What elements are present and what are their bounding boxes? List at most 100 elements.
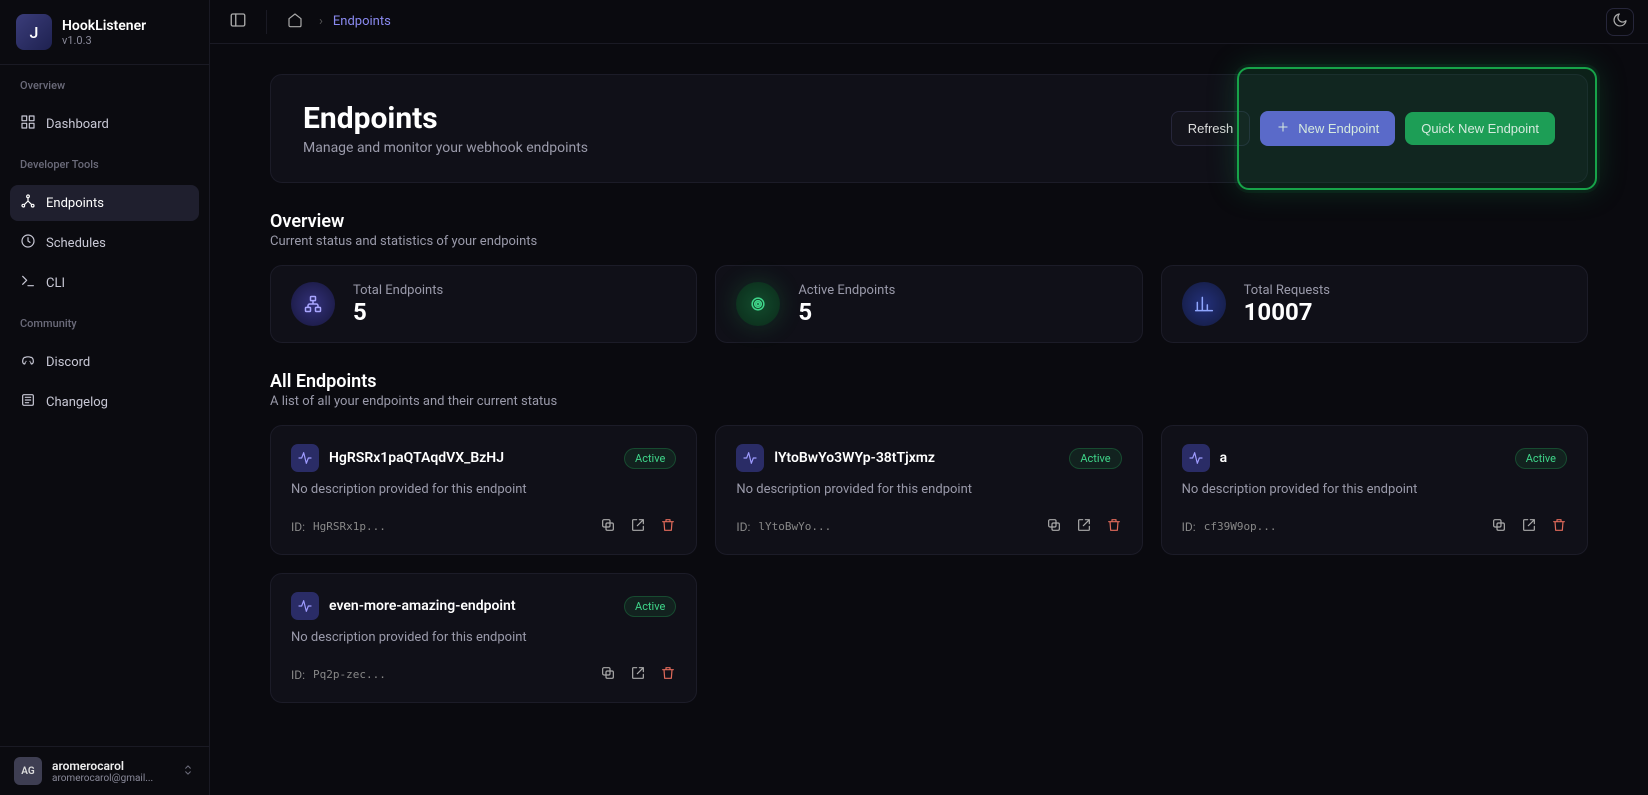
delete-button[interactable] — [1551, 517, 1567, 536]
delete-button[interactable] — [1106, 517, 1122, 536]
activity-icon — [291, 592, 319, 620]
page-title: Endpoints — [303, 101, 588, 136]
endpoint-name: lYtoBwYo3WYp-38tTjxmz — [774, 450, 935, 466]
sidebar-item-discord[interactable]: Discord — [10, 344, 199, 380]
app-version: v1.0.3 — [62, 34, 146, 47]
stat-value: 10007 — [1244, 298, 1330, 326]
page-header: Endpoints Manage and monitor your webhoo… — [270, 74, 1588, 183]
sidebar-item-label: Dashboard — [46, 117, 109, 132]
endpoint-description: No description provided for this endpoin… — [291, 630, 676, 645]
nav-heading-devtools: Developer Tools — [20, 158, 199, 171]
endpoint-id: cf39W9op... — [1204, 520, 1277, 533]
endpoint-description: No description provided for this endpoin… — [1182, 482, 1567, 497]
user-email: aromerocarol@gmail... — [52, 773, 162, 784]
newspaper-icon — [20, 392, 36, 412]
list-title: All Endpoints — [270, 371, 1588, 392]
endpoint-card[interactable]: lYtoBwYo3WYp-38tTjxmz Active No descript… — [715, 425, 1142, 555]
status-badge: Active — [1515, 448, 1567, 469]
stat-card: Total Requests 10007 — [1161, 265, 1588, 343]
stat-label: Total Endpoints — [353, 283, 443, 298]
activity-icon — [736, 444, 764, 472]
topbar: › Endpoints — [210, 0, 1648, 44]
dashboard-icon — [20, 114, 36, 134]
sidebar-item-cli[interactable]: CLI — [10, 265, 199, 301]
panel-left-icon — [229, 11, 247, 33]
theme-toggle-button[interactable] — [1606, 8, 1634, 36]
delete-button[interactable] — [660, 517, 676, 536]
activity-icon — [1182, 444, 1210, 472]
user-name: aromerocarol — [52, 759, 171, 773]
plus-icon — [1276, 120, 1290, 137]
id-label: ID: — [291, 668, 305, 682]
endpoint-id: HgRSRx1p... — [313, 520, 386, 533]
copy-button[interactable] — [600, 665, 616, 684]
endpoint-card[interactable]: even-more-amazing-endpoint Active No des… — [270, 573, 697, 703]
sidebar-item-changelog[interactable]: Changelog — [10, 384, 199, 420]
app-logo: J — [16, 14, 52, 50]
status-badge: Active — [1069, 448, 1121, 469]
barchart-icon — [1182, 282, 1226, 326]
sitemap-icon — [291, 282, 335, 326]
open-button[interactable] — [630, 665, 646, 684]
endpoints-icon — [20, 193, 36, 213]
activity-icon — [291, 444, 319, 472]
open-button[interactable] — [1076, 517, 1092, 536]
endpoint-name: even-more-amazing-endpoint — [329, 598, 516, 614]
copy-button[interactable] — [1491, 517, 1507, 536]
button-label: New Endpoint — [1298, 121, 1379, 136]
breadcrumb-current[interactable]: Endpoints — [333, 14, 391, 29]
open-button[interactable] — [1521, 517, 1537, 536]
app-name: HookListener — [62, 18, 146, 34]
sidebar-header: J HookListener v1.0.3 — [0, 0, 209, 65]
status-badge: Active — [624, 448, 676, 469]
endpoint-description: No description provided for this endpoin… — [736, 482, 1121, 497]
endpoint-id: Pq2p-zec... — [313, 668, 386, 681]
quick-new-endpoint-button[interactable]: Quick New Endpoint — [1405, 112, 1555, 145]
refresh-button[interactable]: Refresh — [1171, 111, 1251, 146]
id-label: ID: — [291, 520, 305, 534]
open-button[interactable] — [630, 517, 646, 536]
page-subtitle: Manage and monitor your webhook endpoint… — [303, 140, 588, 156]
id-label: ID: — [1182, 520, 1196, 534]
copy-button[interactable] — [600, 517, 616, 536]
sidebar-item-label: CLI — [46, 276, 65, 291]
avatar: AG — [14, 757, 42, 785]
moon-icon — [1612, 12, 1628, 32]
broadcast-icon — [736, 282, 780, 326]
sidebar-item-label: Changelog — [46, 395, 108, 410]
stat-card: Total Endpoints 5 — [270, 265, 697, 343]
endpoint-description: No description provided for this endpoin… — [291, 482, 676, 497]
endpoint-card[interactable]: HgRSRx1paQTAqdVX_BzHJ Active No descript… — [270, 425, 697, 555]
delete-button[interactable] — [660, 665, 676, 684]
nav-heading-community: Community — [20, 317, 199, 330]
sidebar-item-dashboard[interactable]: Dashboard — [10, 106, 199, 142]
chevron-right-icon: › — [319, 14, 323, 29]
toggle-sidebar-button[interactable] — [224, 8, 252, 36]
sidebar-user[interactable]: AG aromerocarol aromerocarol@gmail... — [0, 746, 209, 795]
copy-button[interactable] — [1046, 517, 1062, 536]
stat-card: Active Endpoints 5 — [715, 265, 1142, 343]
sidebar-item-endpoints[interactable]: Endpoints — [10, 185, 199, 221]
home-icon — [287, 12, 303, 32]
nav-heading-overview: Overview — [20, 79, 199, 92]
discord-icon — [20, 352, 36, 372]
sidebar: J HookListener v1.0.3 Overview Dashboard… — [0, 0, 210, 795]
id-label: ID: — [736, 520, 750, 534]
stat-label: Total Requests — [1244, 283, 1330, 298]
sidebar-item-label: Discord — [46, 355, 90, 370]
status-badge: Active — [624, 596, 676, 617]
endpoint-card[interactable]: a Active No description provided for thi… — [1161, 425, 1588, 555]
new-endpoint-button[interactable]: New Endpoint — [1260, 111, 1395, 146]
endpoint-name: a — [1220, 450, 1228, 466]
endpoint-name: HgRSRx1paQTAqdVX_BzHJ — [329, 450, 504, 466]
stat-value: 5 — [798, 298, 895, 326]
sidebar-item-label: Schedules — [46, 236, 106, 251]
terminal-icon — [20, 273, 36, 293]
sidebar-item-label: Endpoints — [46, 196, 104, 211]
overview-subtitle: Current status and statistics of your en… — [270, 234, 1588, 249]
breadcrumb-home[interactable] — [281, 8, 309, 36]
stat-value: 5 — [353, 298, 443, 326]
sidebar-item-schedules[interactable]: Schedules — [10, 225, 199, 261]
endpoint-id: lYtoBwYo... — [758, 520, 831, 533]
clock-icon — [20, 233, 36, 253]
